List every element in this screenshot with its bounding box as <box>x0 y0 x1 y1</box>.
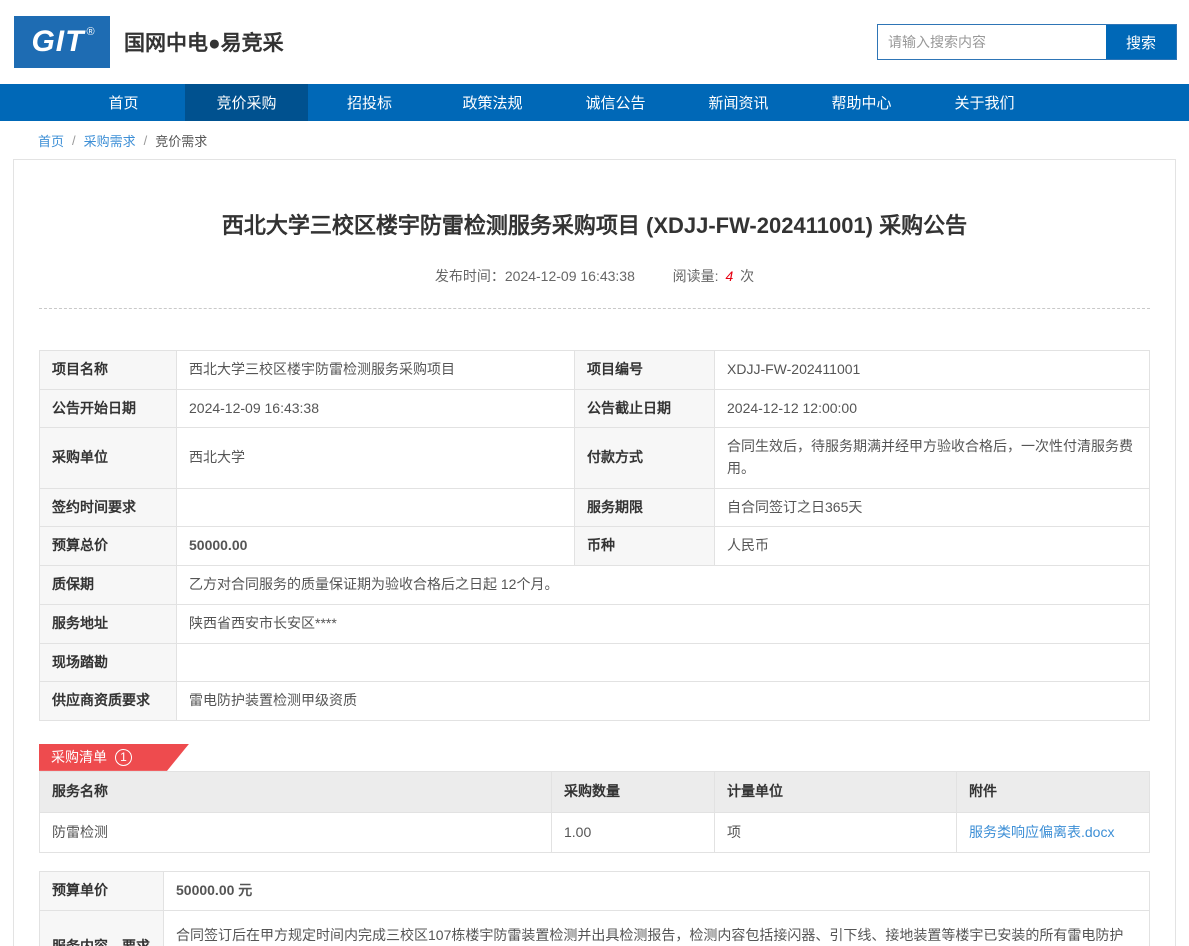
field-label: 项目名称 <box>40 351 177 390</box>
nav-item-home[interactable]: 首页 <box>62 84 185 121</box>
publish-time-value: 2024-12-09 16:43:38 <box>505 268 635 284</box>
search-bar: 搜索 <box>877 24 1177 60</box>
field-label: 现场踏勘 <box>40 643 177 682</box>
site-logo[interactable]: GIT ® <box>14 16 110 68</box>
service-name-cell: 防雷检测 <box>40 812 552 853</box>
field-value: 陕西省西安市长安区**** <box>177 604 1150 643</box>
purchase-list-tag: 采购清单 1 <box>39 744 189 771</box>
field-label: 币种 <box>575 527 715 566</box>
unit-price-value: 50000.00 元 <box>164 872 1150 911</box>
table-row: 采购单位 西北大学 付款方式 合同生效后，待服务期满并经甲方验收合格后，一次性付… <box>40 428 1150 488</box>
field-label: 服务期限 <box>575 488 715 527</box>
column-header: 附件 <box>957 771 1150 812</box>
attachment-cell: 服务类响应偏离表.docx <box>957 812 1150 853</box>
table-row: 项目名称 西北大学三校区楼宇防雷检测服务采购项目 项目编号 XDJJ-FW-20… <box>40 351 1150 390</box>
views-unit: 次 <box>740 268 754 284</box>
breadcrumb-current: 竞价需求 <box>155 131 207 150</box>
table-row: 签约时间要求 服务期限 自合同签订之日365天 <box>40 488 1150 527</box>
field-value: 2024-12-12 12:00:00 <box>715 389 1150 428</box>
detail-table: 预算单价 50000.00 元 服务内容、要求及标准 合同签订后在甲方规定时间内… <box>39 871 1150 946</box>
article-meta: 发布时间：2024-12-09 16:43:38 阅读量: 4 次 <box>39 240 1150 308</box>
field-value: 自合同签订之日365天 <box>715 488 1150 527</box>
field-value: 西北大学 <box>177 428 575 488</box>
nav-item-tender[interactable]: 招投标 <box>308 84 431 121</box>
field-value: 2024-12-09 16:43:38 <box>177 389 575 428</box>
field-label: 付款方式 <box>575 428 715 488</box>
purchase-list-table: 服务名称 采购数量 计量单位 附件 防雷检测 1.00 项 服务类响应偏离表.d… <box>39 771 1150 853</box>
breadcrumb-home[interactable]: 首页 <box>38 131 64 150</box>
nav-item-bidding-purchase[interactable]: 竞价采购 <box>185 84 308 121</box>
publish-time-label: 发布时间： <box>435 268 505 284</box>
field-value: 雷电防护装置检测甲级资质 <box>177 682 1150 721</box>
breadcrumb: 首页 / 采购需求 / 竞价需求 <box>0 121 1189 159</box>
table-row: 服务内容、要求及标准 合同签订后在甲方规定时间内完成三校区107栋楼宇防雷装置检… <box>40 910 1150 946</box>
nav-item-about[interactable]: 关于我们 <box>923 84 1046 121</box>
field-label: 供应商资质要求 <box>40 682 177 721</box>
views-count: 4 <box>722 268 736 284</box>
field-label: 项目编号 <box>575 351 715 390</box>
breadcrumb-separator: / <box>72 133 76 148</box>
field-label: 服务地址 <box>40 604 177 643</box>
budget-total-value: 50000.00 <box>177 527 575 566</box>
registered-mark-icon: ® <box>86 26 94 38</box>
field-label: 预算单价 <box>40 872 164 911</box>
table-row: 预算总价 50000.00 币种 人民币 <box>40 527 1150 566</box>
table-row: 供应商资质要求 雷电防护装置检测甲级资质 <box>40 682 1150 721</box>
field-label: 签约时间要求 <box>40 488 177 527</box>
breadcrumb-purchase-demand[interactable]: 采购需求 <box>84 131 136 150</box>
field-label: 公告截止日期 <box>575 389 715 428</box>
table-header-row: 服务名称 采购数量 计量单位 附件 <box>40 771 1150 812</box>
table-row: 质保期 乙方对合同服务的质量保证期为验收合格后之日起 12个月。 <box>40 566 1150 605</box>
search-button[interactable]: 搜索 <box>1106 25 1176 59</box>
table-row: 现场踏勘 <box>40 643 1150 682</box>
purchase-list-tag-label: 采购清单 <box>51 747 107 767</box>
field-label: 质保期 <box>40 566 177 605</box>
table-row: 预算单价 50000.00 元 <box>40 872 1150 911</box>
announcement-card: 西北大学三校区楼宇防雷检测服务采购项目 (XDJJ-FW-202411001) … <box>13 159 1176 946</box>
logo-text: GIT <box>31 25 84 59</box>
nav-item-policy[interactable]: 政策法规 <box>431 84 554 121</box>
field-label: 服务内容、要求及标准 <box>40 910 164 946</box>
table-row: 公告开始日期 2024-12-09 16:43:38 公告截止日期 2024-1… <box>40 389 1150 428</box>
column-header: 服务名称 <box>40 771 552 812</box>
main-nav: 首页 竞价采购 招投标 政策法规 诚信公告 新闻资讯 帮助中心 关于我们 <box>0 84 1189 121</box>
column-header: 计量单位 <box>715 771 957 812</box>
field-value: 合同生效后，待服务期满并经甲方验收合格后，一次性付清服务费用。 <box>715 428 1150 488</box>
nav-item-news[interactable]: 新闻资讯 <box>677 84 800 121</box>
breadcrumb-separator: / <box>144 133 148 148</box>
site-name: 国网中电●易竞采 <box>124 27 877 57</box>
purchase-list-count-badge: 1 <box>115 749 132 766</box>
page-title: 西北大学三校区楼宇防雷检测服务采购项目 (XDJJ-FW-202411001) … <box>39 160 1150 240</box>
field-label: 采购单位 <box>40 428 177 488</box>
field-label: 公告开始日期 <box>40 389 177 428</box>
column-header: 采购数量 <box>552 771 715 812</box>
field-value: 人民币 <box>715 527 1150 566</box>
project-info-table: 项目名称 西北大学三校区楼宇防雷检测服务采购项目 项目编号 XDJJ-FW-20… <box>39 350 1150 721</box>
table-row: 防雷检测 1.00 项 服务类响应偏离表.docx <box>40 812 1150 853</box>
table-row: 服务地址 陕西省西安市长安区**** <box>40 604 1150 643</box>
views-label: 阅读量: <box>673 268 719 284</box>
attachment-link[interactable]: 服务类响应偏离表.docx <box>969 824 1114 840</box>
nav-item-help[interactable]: 帮助中心 <box>800 84 923 121</box>
search-input[interactable] <box>878 25 1106 59</box>
field-value: 西北大学三校区楼宇防雷检测服务采购项目 <box>177 351 575 390</box>
field-value <box>177 643 1150 682</box>
field-label: 预算总价 <box>40 527 177 566</box>
quantity-cell: 1.00 <box>552 812 715 853</box>
site-header: GIT ® 国网中电●易竞采 搜索 <box>0 0 1189 84</box>
field-value <box>177 488 575 527</box>
field-value: 乙方对合同服务的质量保证期为验收合格后之日起 12个月。 <box>177 566 1150 605</box>
unit-cell: 项 <box>715 812 957 853</box>
field-value: 合同签订后在甲方规定时间内完成三校区107栋楼宇防雷装置检测并出具检测报告，检测… <box>164 910 1150 946</box>
field-value: XDJJ-FW-202411001 <box>715 351 1150 390</box>
nav-item-integrity[interactable]: 诚信公告 <box>554 84 677 121</box>
dashed-divider <box>39 308 1150 309</box>
